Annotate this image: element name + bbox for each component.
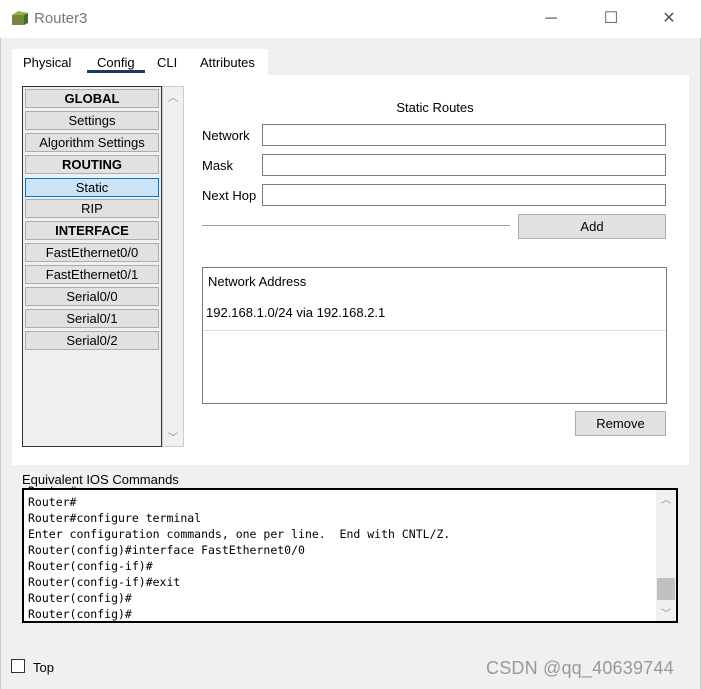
sidebar-item-static[interactable]: Static [25, 178, 159, 197]
static-routes-title: Static Routes [396, 100, 474, 115]
sidebar-scrollbar[interactable]: ︿ ﹀ [162, 86, 184, 447]
mask-input[interactable] [262, 154, 666, 176]
sidebar-header-interface: INTERFACE [25, 221, 159, 240]
scroll-up-icon[interactable]: ︿ [163, 89, 183, 104]
console-line: Router(config)# [28, 607, 132, 621]
network-input[interactable] [262, 124, 666, 146]
window-title: Router3 [34, 10, 88, 27]
top-label: Top [33, 660, 54, 675]
next-hop-label: Next Hop [202, 188, 257, 203]
scroll-down-icon[interactable]: ﹀ [163, 429, 183, 444]
form-divider [202, 225, 510, 227]
add-button[interactable]: Add [518, 214, 666, 239]
active-tab-indicator [87, 70, 145, 73]
sidebar-item-algorithm-settings[interactable]: Algorithm Settings [25, 133, 159, 152]
close-button[interactable]: ✕ [646, 6, 692, 32]
console-scroll-down-icon[interactable]: ﹀ [656, 605, 676, 620]
console-scroll-thumb[interactable] [657, 578, 675, 600]
tab-cli[interactable]: CLI [157, 55, 177, 70]
sidebar-item-fastethernet0-1[interactable]: FastEthernet0/1 [25, 265, 159, 284]
console-clipped-line: Router# [28, 484, 76, 490]
console-line: Router#configure terminal [28, 511, 202, 525]
maximize-button[interactable]: ☐ [588, 6, 634, 32]
sidebar-item-fastethernet0-0[interactable]: FastEthernet0/0 [25, 243, 159, 262]
tab-config[interactable]: Config [97, 55, 135, 70]
route-row-divider [203, 330, 666, 331]
sidebar-item-rip[interactable]: RIP [25, 199, 159, 218]
console-line: Router# [28, 495, 77, 509]
sidebar-item-settings[interactable]: Settings [25, 111, 159, 130]
console-line: Enter configuration commands, one per li… [28, 527, 451, 541]
watermark: CSDN @qq_40639744 [486, 658, 674, 678]
next-hop-input[interactable] [262, 184, 666, 206]
sidebar-item-serial0-0[interactable]: Serial0/0 [25, 287, 159, 306]
console-scrollbar[interactable]: ︿ ﹀ [656, 490, 676, 621]
sidebar-item-serial0-2[interactable]: Serial0/2 [25, 331, 159, 350]
mask-label: Mask [202, 158, 234, 173]
sidebar-header-routing: ROUTING [25, 155, 159, 174]
minimize-button[interactable]: ─ [528, 6, 574, 32]
console-line: Router(config)#interface FastEthernet0/0 [28, 543, 305, 557]
console-line: Router(config-if)#exit [28, 575, 181, 589]
router-app-icon [12, 11, 28, 25]
tab-attributes[interactable]: Attributes [200, 55, 255, 70]
tab-physical[interactable]: Physical [23, 55, 71, 70]
network-address-header: Network Address [208, 274, 307, 289]
top-checkbox[interactable] [11, 659, 25, 673]
console-scroll-up-icon[interactable]: ︿ [656, 491, 676, 506]
sidebar-item-serial0-1[interactable]: Serial0/1 [25, 309, 159, 328]
console-line: Router(config)# [28, 591, 132, 605]
sidebar-header-global: GLOBAL [25, 89, 159, 108]
network-label: Network [202, 128, 250, 143]
route-row[interactable]: 192.168.1.0/24 via 192.168.2.1 [206, 305, 385, 320]
console-line: Router(config-if)# [28, 559, 153, 573]
remove-button[interactable]: Remove [575, 411, 666, 436]
